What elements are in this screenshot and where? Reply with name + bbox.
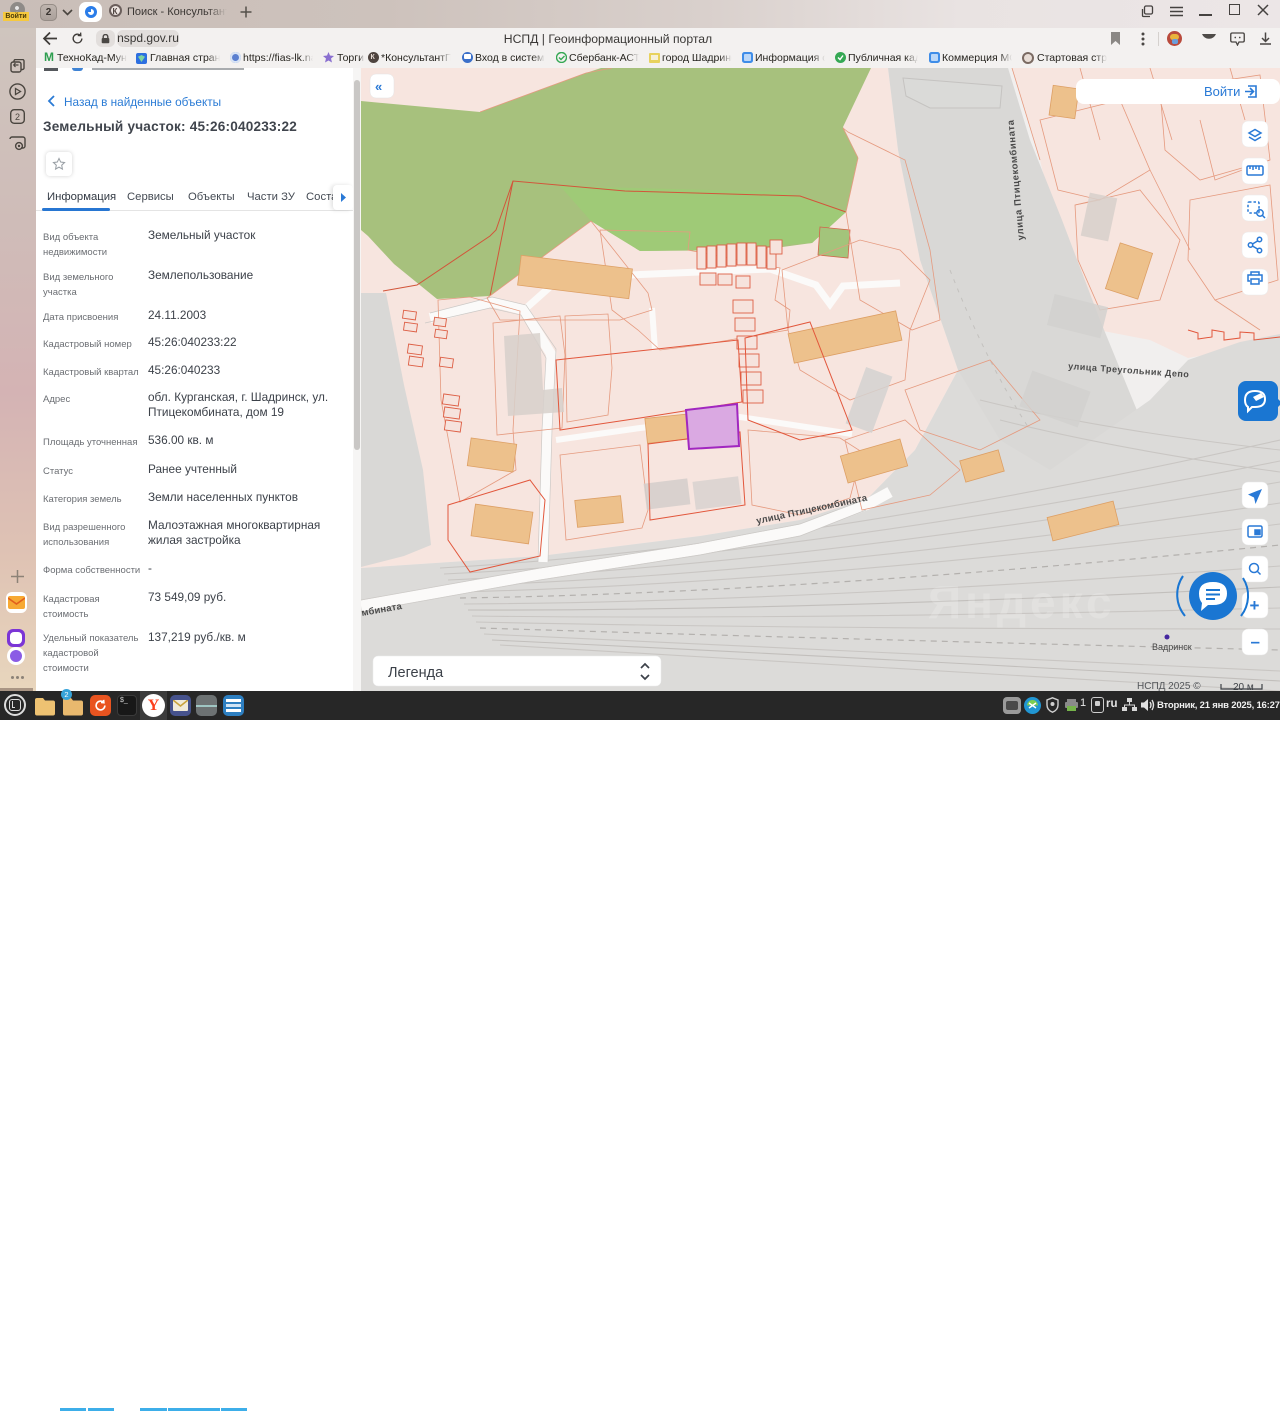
svg-text:Легенда: Легенда [388,665,444,681]
svg-text:Войти: Войти [1204,84,1240,99]
svg-text:20 м: 20 м [1233,682,1254,691]
svg-text:«: « [375,79,382,94]
svg-text:2: 2 [15,112,20,122]
svg-text:–: – [1251,632,1260,651]
svg-text:+: + [1250,596,1260,615]
svg-text:Яндекс: Яндекс [928,576,1116,628]
svg-text:НСПД 2025 ©: НСПД 2025 © [1137,681,1201,691]
svg-text:Вадринск: Вадринск [1152,642,1192,652]
